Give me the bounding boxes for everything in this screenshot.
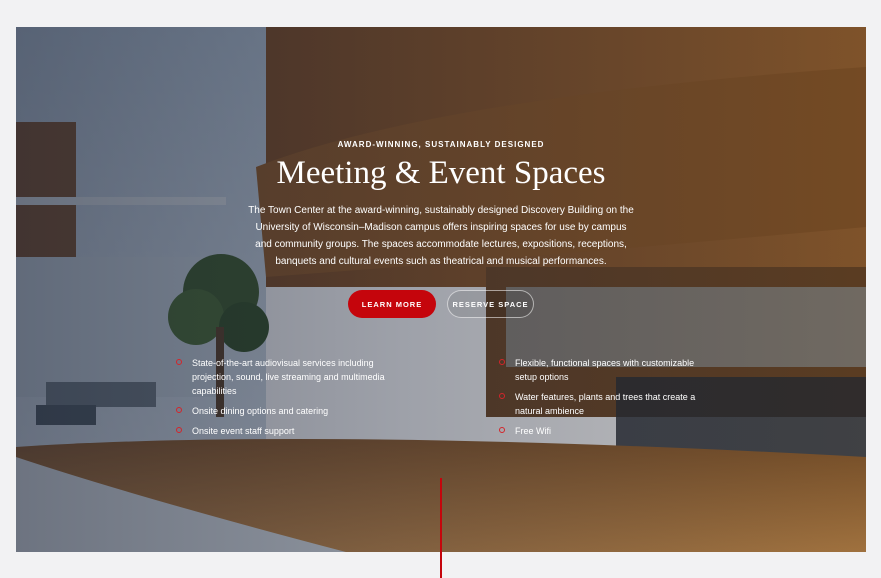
feature-text: Free Wifi	[515, 426, 551, 436]
feature-text: Water features, plants and trees that cr…	[515, 392, 696, 416]
list-item: Flexible, functional spaces with customi…	[499, 356, 699, 384]
hero-section: AWARD-WINNING, SUSTAINABLY DESIGNED Meet…	[16, 27, 866, 552]
circle-bullet-icon	[499, 427, 505, 433]
list-item: Free Wifi	[499, 424, 699, 438]
circle-bullet-icon	[499, 359, 505, 365]
page-title: Meeting & Event Spaces	[276, 155, 606, 191]
hero-content: AWARD-WINNING, SUSTAINABLY DESIGNED Meet…	[16, 27, 866, 552]
circle-bullet-icon	[176, 427, 182, 433]
feature-text: Onsite dining options and catering	[192, 406, 329, 416]
features-list-left: State-of-the-art audiovisual services in…	[176, 356, 396, 444]
feature-text: State-of-the-art audiovisual services in…	[192, 358, 385, 396]
list-item: State-of-the-art audiovisual services in…	[176, 356, 396, 398]
features-list-right: Flexible, functional spaces with customi…	[499, 356, 699, 444]
reserve-space-button[interactable]: RESERVE SPACE	[447, 290, 534, 318]
circle-bullet-icon	[176, 407, 182, 413]
hero-eyebrow: AWARD-WINNING, SUSTAINABLY DESIGNED	[337, 140, 545, 149]
feature-text: Flexible, functional spaces with customi…	[515, 358, 695, 382]
scroll-indicator-line	[440, 478, 442, 578]
learn-more-button[interactable]: LEARN MORE	[348, 290, 436, 318]
list-item: Onsite dining options and catering	[176, 404, 396, 418]
circle-bullet-icon	[499, 393, 505, 399]
list-item: Water features, plants and trees that cr…	[499, 390, 699, 418]
hero-description: The Town Center at the award-winning, su…	[248, 205, 634, 267]
circle-bullet-icon	[176, 359, 182, 365]
feature-text: Onsite event staff support	[192, 426, 295, 436]
list-item: Onsite event staff support	[176, 424, 396, 438]
